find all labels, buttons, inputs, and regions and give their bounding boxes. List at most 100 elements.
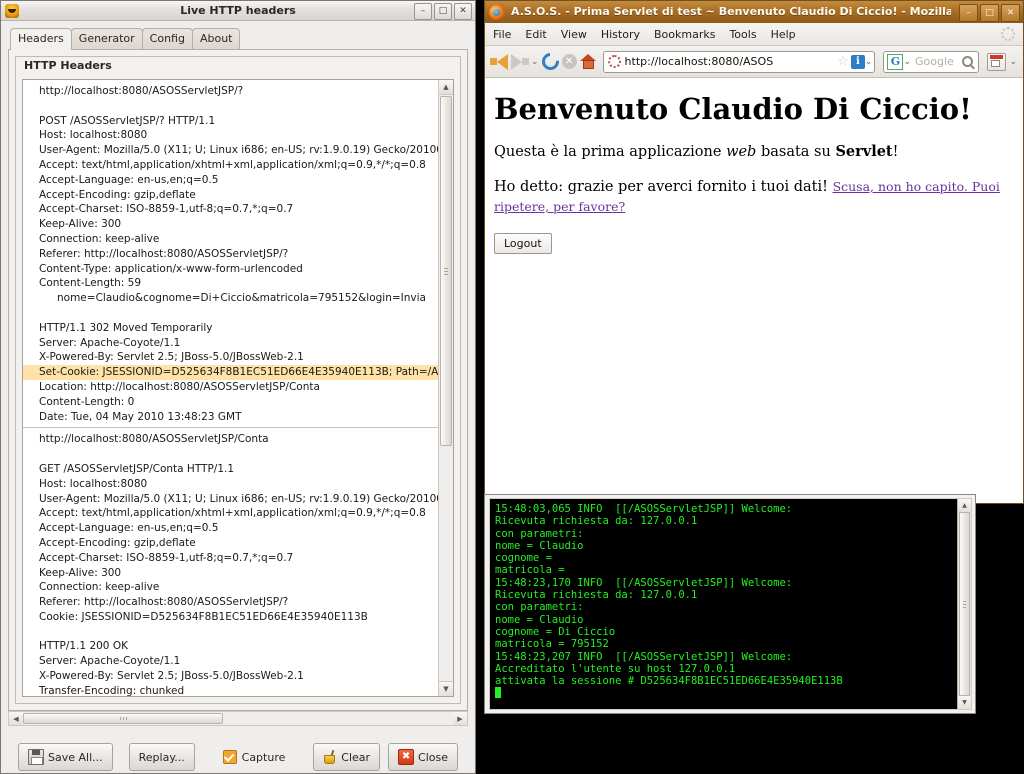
header-line[interactable]: Content-Length: 59 [23, 276, 438, 291]
scroll-down-arrow-icon[interactable]: ▼ [439, 681, 453, 696]
header-line[interactable]: Content-Length: 0 [23, 395, 438, 410]
terminal-scrollbar[interactable]: ▲ ▼ [957, 499, 971, 709]
firefox-maximize-button[interactable]: □ [980, 4, 999, 22]
maximize-button[interactable]: □ [434, 3, 452, 20]
header-line-selected[interactable]: Set-Cookie: JSESSIONID=D525634F8B1EC51ED… [23, 365, 438, 380]
header-line[interactable]: Date: Tue, 04 May 2010 13:48:23 GMT [23, 410, 438, 425]
forward-button[interactable] [511, 53, 529, 70]
menu-help[interactable]: Help [771, 28, 796, 41]
minimize-button[interactable]: – [414, 3, 432, 20]
site-identity-icon[interactable]: i [850, 54, 865, 69]
menu-edit[interactable]: Edit [525, 28, 546, 41]
header-line[interactable]: Server: Apache-Coyote/1.1 [23, 654, 438, 669]
replay-button[interactable]: Replay... [128, 743, 195, 771]
header-line[interactable]: Referer: http://localhost:8080/ASOSServl… [23, 595, 438, 610]
urlbar-dropdown-icon[interactable]: ⌄ [865, 57, 873, 67]
header-line[interactable]: Connection: keep-alive [23, 232, 438, 247]
header-line[interactable]: Connection: keep-alive [23, 580, 438, 595]
menu-view[interactable]: View [561, 28, 587, 41]
header-line[interactable]: Keep-Alive: 300 [23, 217, 438, 232]
scroll-up-arrow-icon[interactable]: ▲ [439, 80, 453, 95]
header-line[interactable]: Accept-Encoding: gzip,deflate [23, 536, 438, 551]
header-line[interactable]: Accept: text/html,application/xhtml+xml,… [23, 158, 438, 173]
terminal-scroll-up-icon[interactable]: ▲ [958, 499, 971, 512]
header-line[interactable]: Accept-Encoding: gzip,deflate [23, 188, 438, 203]
header-line[interactable]: Location: http://localhost:8080/ASOSServ… [23, 380, 438, 395]
url-text[interactable]: http://localhost:8080/ASOS [625, 55, 836, 68]
header-line[interactable]: Transfer-Encoding: chunked [23, 684, 438, 696]
tab-headers[interactable]: Headers [10, 28, 72, 50]
header-line[interactable]: http://localhost:8080/ASOSServletJSP/? [23, 84, 438, 99]
header-line[interactable] [23, 306, 438, 321]
header-line[interactable]: GET /ASOSServletJSP/Conta HTTP/1.1 [23, 462, 438, 477]
scroll-right-arrow-icon[interactable]: ▶ [453, 712, 467, 725]
header-line[interactable]: Accept-Charset: ISO-8859-1,utf-8;q=0.7,*… [23, 551, 438, 566]
firefox-minimize-button[interactable]: – [959, 4, 978, 22]
menu-tools[interactable]: Tools [729, 28, 756, 41]
reload-button[interactable] [538, 49, 563, 74]
headers-vertical-scrollbar[interactable]: ▲ ▼ [438, 80, 453, 696]
toolbar-overflow-icon[interactable]: ⌄ [1009, 57, 1017, 67]
live-http-headers-titlebar[interactable]: Live HTTP headers – □ ✕ [1, 1, 475, 21]
url-bar[interactable]: http://localhost:8080/ASOS ☆ i ⌄ [602, 50, 876, 73]
header-line[interactable]: HTTP/1.1 302 Moved Temporarily [23, 321, 438, 336]
capture-checkbox-box-icon[interactable] [222, 750, 237, 764]
header-line[interactable]: nome=Claudio&cognome=Di+Ciccio&matricola… [23, 291, 438, 306]
header-line[interactable]: Accept-Language: en-us,en;q=0.5 [23, 173, 438, 188]
header-line[interactable] [23, 447, 438, 462]
header-line[interactable]: User-Agent: Mozilla/5.0 (X11; U; Linux i… [23, 492, 438, 507]
header-line[interactable]: X-Powered-By: Servlet 2.5; JBoss-5.0/JBo… [23, 669, 438, 684]
header-line[interactable]: Accept: text/html,application/xhtml+xml,… [23, 506, 438, 521]
terminal-scroll-down-icon[interactable]: ▼ [958, 696, 971, 709]
scroll-left-arrow-icon[interactable]: ◀ [9, 712, 23, 725]
capture-checkbox[interactable]: Capture [222, 750, 285, 764]
back-button[interactable] [490, 53, 508, 70]
header-line[interactable]: Content-Type: application/x-www-form-url… [23, 262, 438, 277]
firefox-titlebar[interactable]: A.S.O.S. - Prima Servlet di test ~ Benve… [485, 1, 1023, 23]
header-line[interactable]: Accept-Charset: ISO-8859-1,utf-8;q=0.7,*… [23, 202, 438, 217]
clear-button[interactable]: Clear [313, 743, 381, 771]
tab-generator[interactable]: Generator [70, 28, 143, 49]
header-line[interactable]: X-Powered-By: Servlet 2.5; JBoss-5.0/JBo… [23, 350, 438, 365]
header-line[interactable]: Keep-Alive: 300 [23, 566, 438, 581]
header-line[interactable]: Server: Apache-Coyote/1.1 [23, 336, 438, 351]
search-icon[interactable] [962, 56, 974, 67]
headers-scroll-thumb[interactable] [440, 96, 452, 446]
header-line[interactable] [23, 625, 438, 640]
header-line[interactable]: Host: localhost:8080 [23, 477, 438, 492]
search-bar[interactable]: G ⌄ Google [883, 50, 980, 73]
http-headers-list[interactable]: http://localhost:8080/ASOSServletJSP/? PO… [23, 80, 438, 696]
tab-about[interactable]: About [191, 28, 241, 49]
menu-bookmarks[interactable]: Bookmarks [654, 28, 715, 41]
stop-button[interactable]: ✕ [561, 54, 577, 69]
header-line[interactable]: Accept-Language: en-us,en;q=0.5 [23, 521, 438, 536]
header-line[interactable]: Host: localhost:8080 [23, 128, 438, 143]
header-line[interactable]: User-Agent: Mozilla/5.0 (X11; U; Linux i… [23, 143, 438, 158]
terminal-output[interactable]: 15:48:03,065 INFO [[/ASOSServletJSP]] We… [490, 499, 957, 709]
terminal-window[interactable]: 15:48:03,065 INFO [[/ASOSServletJSP]] We… [489, 498, 972, 710]
search-engine-dropdown-icon[interactable]: ⌄ [903, 57, 911, 67]
home-button[interactable] [579, 54, 597, 69]
close-dialog-button[interactable]: ✖ Close [388, 743, 459, 771]
header-line[interactable] [23, 99, 438, 114]
header-line[interactable]: Cookie: JSESSIONID=D525634F8B1EC51ED66E4… [23, 610, 438, 625]
logout-button[interactable]: Logout [494, 233, 552, 254]
bookmark-star-icon[interactable]: ☆ [837, 55, 849, 68]
headers-hscroll-thumb[interactable] [23, 713, 223, 724]
menu-file[interactable]: File [493, 28, 511, 41]
search-input[interactable]: Google [915, 55, 962, 68]
feed-subscribe-button[interactable] [987, 52, 1007, 71]
headers-horizontal-scrollbar[interactable]: ◀ ▶ [8, 711, 468, 726]
terminal-scroll-thumb[interactable] [959, 512, 970, 696]
header-line[interactable]: http://localhost:8080/ASOSServletJSP/Con… [23, 432, 438, 447]
google-search-engine-icon[interactable]: G [887, 53, 904, 70]
tab-config[interactable]: Config [141, 28, 193, 49]
history-dropdown-icon[interactable]: ⌄ [531, 57, 539, 67]
close-button[interactable]: ✕ [454, 3, 472, 20]
menu-history[interactable]: History [601, 28, 640, 41]
header-line[interactable]: HTTP/1.1 200 OK [23, 639, 438, 654]
firefox-close-button[interactable]: ✕ [1001, 4, 1020, 22]
save-all-button[interactable]: Save All... [18, 743, 113, 771]
headers-hscroll-track[interactable] [223, 712, 453, 725]
header-line[interactable]: Referer: http://localhost:8080/ASOSServl… [23, 247, 438, 262]
